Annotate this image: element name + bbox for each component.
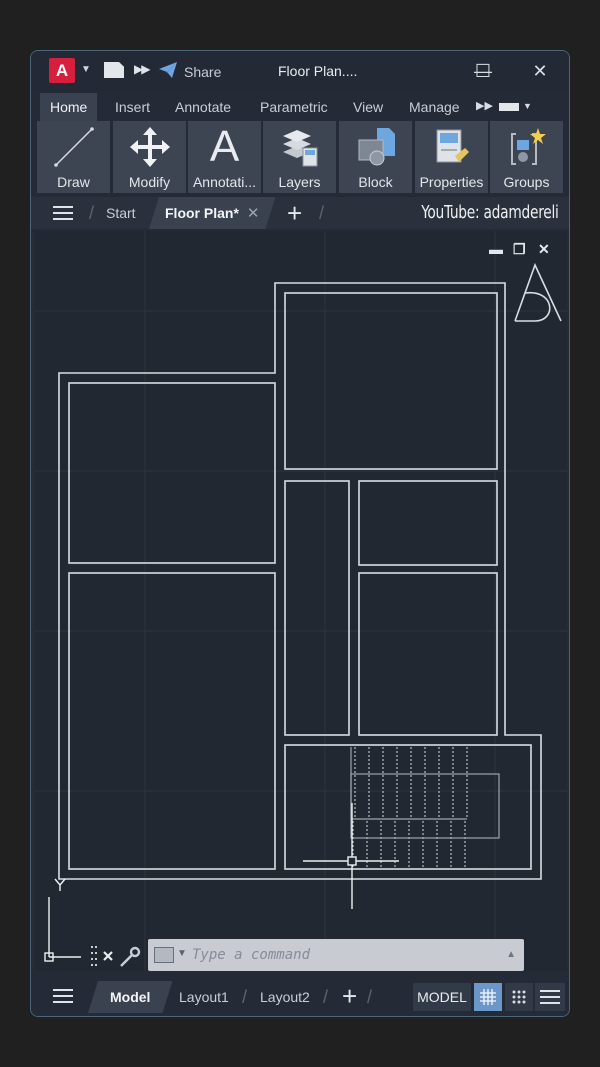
room-bed2 <box>358 572 498 736</box>
app-menu-caret-icon[interactable]: ▼ <box>81 64 91 75</box>
customize-wrench-icon <box>120 946 141 967</box>
grid-toggle[interactable] <box>474 983 502 1011</box>
drawing-viewport[interactable]: ▬ ❐ ✕ <box>35 231 567 971</box>
room-living <box>68 382 276 564</box>
tab-layout2[interactable]: Layout2 <box>260 981 310 1013</box>
ribbon-overflow-icon[interactable]: ▶▶ <box>476 99 493 112</box>
maximize-button[interactable]: ☐ <box>468 59 498 83</box>
panel-label: Properties <box>419 174 484 190</box>
panel-label: Annotati... <box>192 174 257 190</box>
panel-draw[interactable]: Draw <box>37 121 110 193</box>
app-menu-button[interactable]: A <box>49 58 75 83</box>
tab-floor-plan-label: Floor Plan* <box>165 205 239 221</box>
close-button[interactable]: ✕ <box>525 59 555 83</box>
block-icon <box>339 125 412 169</box>
command-input[interactable] <box>192 944 492 966</box>
file-tabs-menu-icon[interactable] <box>53 206 73 220</box>
tab-manage[interactable]: Manage <box>399 93 470 121</box>
room-stair <box>284 744 532 870</box>
groups-icon <box>490 125 563 169</box>
new-layout-button[interactable]: + <box>342 981 357 1011</box>
tab-parametric[interactable]: Parametric <box>250 93 338 121</box>
move-arrows-icon <box>113 125 186 169</box>
quick-access-overflow-icon[interactable]: ▶▶ <box>134 62 151 76</box>
tab-floor-plan[interactable]: Floor Plan* ✕ <box>149 197 275 229</box>
panel-annotation[interactable]: A Annotati... <box>188 121 261 193</box>
workspace-switcher-icon[interactable] <box>499 103 519 111</box>
command-line-tools <box>91 944 147 970</box>
panel-layers[interactable]: Layers <box>263 121 336 193</box>
share-button[interactable]: Share <box>184 64 221 80</box>
tab-home[interactable]: Home <box>40 93 98 121</box>
viewport-close-icon[interactable]: ✕ <box>538 241 550 258</box>
model-space-toggle[interactable]: MODEL <box>413 983 471 1011</box>
command-close-icon <box>103 951 113 961</box>
stair-treads <box>352 747 468 867</box>
panel-label: Layers <box>278 174 321 190</box>
room-hall <box>284 480 350 736</box>
tab-separator: / <box>89 203 95 223</box>
floor-plan-drawing <box>35 231 567 971</box>
room-bath <box>358 480 498 566</box>
ribbon-panels: Draw Modify A Annotati... Layers Block P… <box>31 121 569 195</box>
tab-separator: / <box>242 987 248 1007</box>
tab-separator: / <box>319 203 325 223</box>
watermark-text: YouTube: adamdereli <box>421 202 560 223</box>
share-icon[interactable] <box>158 61 178 79</box>
command-history-icon[interactable] <box>154 947 174 963</box>
viewport-minimize-icon[interactable]: ▬ <box>489 241 503 257</box>
snap-dots-icon <box>512 990 526 1004</box>
status-bar: Model Layout1 / Layout2 / + / MODEL <box>31 977 569 1016</box>
tab-start[interactable]: Start <box>106 197 136 229</box>
viewport-restore-icon[interactable]: ❐ <box>513 241 526 258</box>
room-master <box>284 292 498 470</box>
document-tabs: / Start Floor Plan* ✕ + / YouTube: adamde… <box>31 197 569 229</box>
panel-properties[interactable]: Properties <box>415 121 488 193</box>
layers-icon <box>263 125 336 169</box>
tab-insert[interactable]: Insert <box>105 93 160 121</box>
grid-icon <box>480 989 496 1005</box>
text-a-icon: A <box>209 122 240 171</box>
tab-separator: / <box>323 987 329 1007</box>
command-line[interactable]: ▼ ▲ <box>148 939 524 971</box>
panel-groups[interactable]: Groups <box>490 121 563 193</box>
tab-annotate[interactable]: Annotate <box>165 93 241 121</box>
room-dining <box>68 572 276 870</box>
snap-toggle[interactable] <box>505 983 533 1011</box>
tab-layout1[interactable]: Layout1 <box>179 981 229 1013</box>
window-title: Floor Plan.... <box>278 63 358 79</box>
new-file-icon[interactable] <box>104 62 124 78</box>
properties-icon <box>415 125 488 169</box>
panel-label: Draw <box>57 174 90 190</box>
autocad-window: A ▼ ▶▶ Share Floor Plan.... — ☐ ✕ Home I… <box>30 50 570 1017</box>
panel-label: Block <box>358 174 393 190</box>
layout-tabs-menu-icon[interactable] <box>53 989 73 1003</box>
outer-wall-inner <box>65 289 535 873</box>
outer-wall-outer <box>58 282 542 880</box>
command-recent-caret-icon[interactable]: ▼ <box>177 948 187 959</box>
grid-lines <box>35 231 567 971</box>
ucs-icon <box>44 878 81 962</box>
panel-block[interactable]: Block <box>339 121 412 193</box>
workspace-caret-icon[interactable]: ▼ <box>523 101 532 111</box>
panel-label: Groups <box>503 174 550 190</box>
line-icon <box>37 125 110 169</box>
autocad-logo-icon <box>514 262 562 322</box>
tab-separator: / <box>367 987 373 1007</box>
customization-menu-button[interactable] <box>535 983 565 1011</box>
panel-label: Modify <box>128 174 171 190</box>
tab-model[interactable]: Model <box>88 981 172 1013</box>
panel-modify[interactable]: Modify <box>113 121 186 193</box>
close-tab-icon[interactable]: ✕ <box>247 205 260 222</box>
status-menu-icon <box>540 990 560 1004</box>
tab-view[interactable]: View <box>343 93 393 121</box>
command-expand-icon[interactable]: ▲ <box>506 949 516 960</box>
command-grip-icon <box>91 946 97 966</box>
ribbon-tabs: Home Insert Annotate Parametric View Man… <box>31 93 569 121</box>
new-tab-button[interactable]: + <box>287 199 302 227</box>
